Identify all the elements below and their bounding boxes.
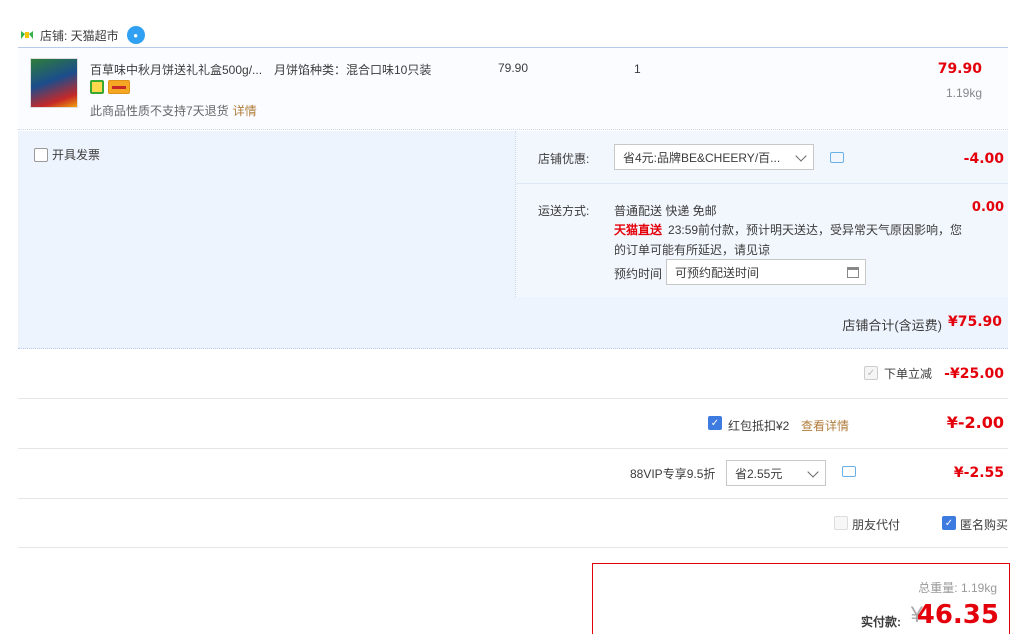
pay-label: 实付款: — [861, 615, 901, 629]
divider — [516, 183, 1008, 184]
item-weight: 1.19kg — [945, 86, 982, 100]
shop-discount-label: 店铺优惠: — [538, 152, 590, 166]
shop-subtotal-value: ¥75.90 — [947, 314, 1002, 330]
line-total: 79.90 — [937, 61, 982, 77]
delivery-note-line2: 的订单可能有所延迟，请见谅 — [614, 243, 771, 257]
appointment-placeholder: 可预约配送时间 — [675, 265, 760, 280]
chevron-down-icon — [807, 466, 819, 478]
shipping-method: 普通配送 快递 免邮 — [614, 204, 717, 218]
anonymous-purchase-checkbox[interactable]: ✓ — [942, 516, 956, 530]
shop-discount-value: 省4元:品牌BE&CHEERY/百... — [623, 150, 781, 165]
pay-amount: 46.35 — [916, 600, 999, 630]
vip-discount-label: 88VIP专享9.5折 — [630, 467, 716, 481]
red-packet-checkbox[interactable]: ✓ — [708, 416, 722, 430]
red-packet-value: ¥-2.00 — [946, 413, 1004, 432]
divider — [18, 547, 1008, 548]
divider — [18, 398, 1008, 399]
shop-name-link[interactable]: 店铺: 天猫超市 — [40, 27, 119, 44]
payment-summary-box: 总重量: 1.19kg 实付款: ¥ 46.35 — [592, 563, 1010, 634]
shop-subtotal-label: 店铺合计(含运费) — [842, 318, 942, 333]
friend-pay-label: 朋友代付 — [852, 518, 901, 532]
shop-header: 店铺: 天猫超市 ● — [20, 24, 145, 46]
unit-price: 79.90 — [498, 61, 529, 75]
instant-discount-checkbox: ✓ — [864, 366, 878, 380]
invoice-label: 开具发票 — [52, 148, 101, 162]
friend-pay-checkbox[interactable] — [834, 516, 848, 530]
product-thumbnail[interactable] — [30, 58, 78, 108]
service-icons — [90, 80, 130, 94]
return-policy-note: 此商品性质不支持7天退货 详情 — [90, 102, 257, 119]
vip-discount-select-value: 省2.55元 — [735, 466, 783, 481]
product-title-link[interactable]: 百草味中秋月饼送礼礼盒500g/... — [90, 61, 262, 78]
instant-discount-value: -¥25.00 — [944, 366, 1004, 382]
calendar-icon — [847, 267, 859, 278]
red-packet-label: 红包抵扣¥2 — [728, 419, 790, 433]
divider — [18, 498, 1008, 499]
message-icon[interactable] — [842, 466, 856, 477]
anonymous-purchase-label: 匿名购买 — [960, 518, 1009, 532]
guarantee-icon[interactable] — [90, 80, 104, 94]
invoice-option[interactable]: 开具发票 — [34, 146, 100, 163]
detail-link[interactable]: 详情 — [233, 104, 257, 118]
tmall-direct-badge: 天猫直送 — [614, 223, 663, 237]
credit-card-icon[interactable] — [108, 80, 130, 94]
message-icon[interactable] — [830, 152, 844, 163]
shop-discount-amount: -4.00 — [963, 151, 1004, 167]
shop-discount-select[interactable]: 省4元:品牌BE&CHEERY/百... — [614, 144, 814, 170]
total-weight: 总重量: 1.19kg — [918, 581, 997, 595]
invoice-checkbox[interactable] — [34, 147, 48, 162]
vip-discount-value: ¥-2.55 — [953, 465, 1004, 481]
shipping-label: 运送方式: — [538, 204, 590, 218]
appointment-label: 预约时间 — [614, 267, 663, 281]
product-sku: 月饼馅种类：混合口味10只装 — [274, 63, 432, 77]
vip-discount-select[interactable]: 省2.55元 — [726, 460, 826, 486]
wangwang-chat-icon[interactable]: ● — [126, 26, 145, 44]
delivery-note-line1: 天猫直送 23:59前付款，预计明天送达，受异常天气原因影响，您 — [614, 221, 962, 238]
divider — [18, 448, 1008, 449]
shipping-amount: 0.00 — [971, 200, 1004, 215]
return-policy-text: 此商品性质不支持7天退货 — [90, 104, 229, 118]
quantity: 1 — [634, 62, 641, 76]
instant-discount-label: 下单立减 — [884, 367, 933, 381]
order-item-row: 百草味中秋月饼送礼礼盒500g/... 月饼馅种类：混合口味10只装 此商品性质… — [18, 48, 1008, 130]
chevron-down-icon — [795, 150, 807, 162]
red-packet-detail-link[interactable]: 查看详情 — [801, 417, 849, 434]
appointment-time-input[interactable]: 可预约配送时间 — [666, 259, 866, 285]
delivery-note-text: 23:59前付款，预计明天送达，受异常天气原因影响，您 — [668, 223, 963, 237]
tmall-shop-icon — [21, 31, 33, 39]
